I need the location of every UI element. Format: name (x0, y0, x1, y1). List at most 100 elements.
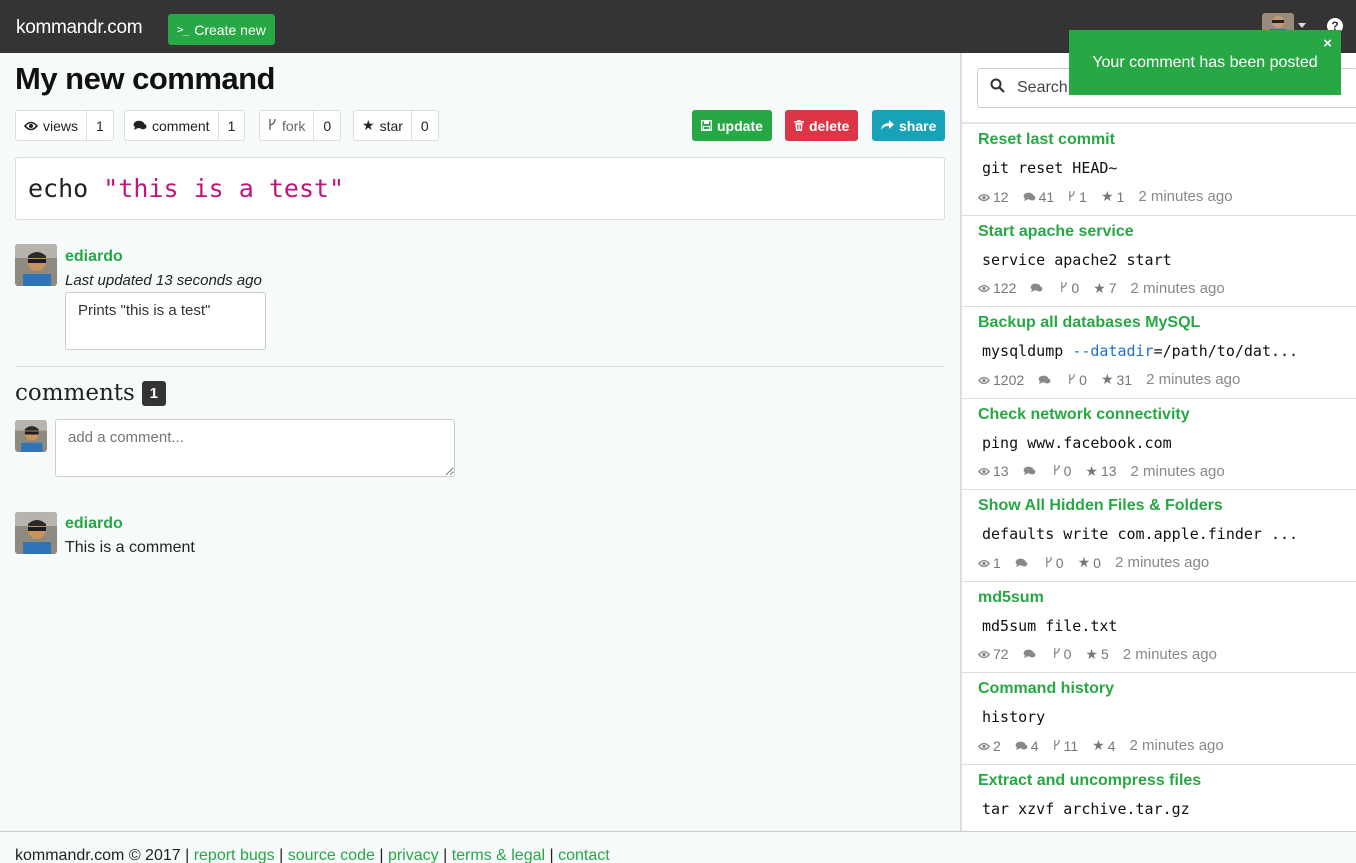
views-stat[interactable]: views 1 (15, 110, 114, 141)
list-item[interactable]: Extract and uncompress files tar xzvf ar… (962, 765, 1356, 832)
share-icon (881, 118, 894, 134)
delete-button[interactable]: delete (785, 110, 859, 141)
fork-count: 0 (323, 117, 332, 134)
command-description[interactable]: Prints "this is a test" (65, 292, 266, 350)
trash-icon (794, 118, 804, 134)
list-item[interactable]: Start apache service service apache2 sta… (962, 216, 1356, 307)
eye-icon (977, 463, 991, 479)
forks-count: 1 (1079, 188, 1087, 205)
views-count: 1 (96, 117, 104, 134)
command-meta: 1 0 ★ 0 2 minutes ago (977, 554, 1209, 571)
fork-icon (1053, 646, 1061, 662)
footer-link-source-code[interactable]: source code (288, 847, 375, 863)
comment-label: comment (152, 117, 210, 134)
footer-link-privacy[interactable]: privacy (388, 847, 439, 863)
time-ago: 2 minutes ago (1129, 737, 1224, 754)
footer-link-terms[interactable]: terms & legal (452, 847, 545, 863)
eye-icon (23, 118, 39, 134)
eye-icon (977, 280, 991, 296)
command-title-link[interactable]: Backup all databases MySQL (978, 314, 1356, 332)
brand-logo[interactable]: kommandr.com (16, 17, 143, 39)
command-code: mysqldump --datadir=/path/to/dat... (982, 342, 1299, 360)
star-icon: ★ (1085, 645, 1098, 662)
update-button[interactable]: update (692, 110, 772, 141)
delete-label: delete (809, 117, 850, 134)
list-item[interactable]: Check network connectivity ping www.face… (962, 399, 1356, 490)
stars-count: 13 (1100, 463, 1117, 479)
main-content: My new command views 1 comment 1 fork 0 … (0, 53, 960, 831)
user-menu-caret-icon[interactable] (1298, 23, 1306, 28)
author-name-link[interactable]: ediardo (65, 248, 123, 266)
fork-icon (1053, 738, 1061, 754)
comment-author-avatar[interactable] (15, 512, 57, 554)
last-updated-text: Last updated 13 seconds ago (65, 272, 262, 289)
views-count: 72 (993, 646, 1009, 662)
command-code: defaults write com.apple.finder ... (982, 525, 1299, 543)
time-ago: 2 minutes ago (1122, 645, 1217, 663)
star-icon: ★ (1077, 554, 1091, 570)
list-item[interactable]: Show All Hidden Files & Folders defaults… (962, 490, 1356, 582)
author-avatar[interactable] (15, 244, 57, 286)
section-divider (15, 366, 945, 367)
comment-author-link[interactable]: ediardo (65, 515, 123, 533)
views-count: 13 (993, 463, 1009, 479)
command-title-link[interactable]: Show All Hidden Files & Folders (978, 497, 1356, 515)
fork-label: fork (282, 117, 306, 134)
close-icon[interactable]: × (1323, 35, 1332, 52)
command-title-link[interactable]: Extract and uncompress files (978, 772, 1356, 790)
star-stat[interactable]: ★ star 0 (353, 110, 439, 141)
eye-icon (977, 189, 991, 205)
comments-icon (133, 118, 147, 134)
views-count: 2 (993, 737, 1001, 754)
footer-copyright: kommandr.com © 2017 (15, 847, 181, 863)
eye-icon (977, 372, 991, 388)
command-code: history (982, 708, 1046, 726)
footer-separator: | (279, 847, 284, 863)
share-button[interactable]: share (872, 110, 946, 141)
terminal-prompt-icon: >_ (177, 23, 189, 36)
command-code-box[interactable]: echo "this is a test" (15, 157, 945, 220)
command-title-link[interactable]: Start apache service (978, 223, 1356, 241)
forks-count: 0 (1063, 463, 1072, 479)
comment-input[interactable] (55, 419, 455, 477)
star-icon: ★ (1085, 462, 1098, 479)
comments-count-badge: 1 (141, 380, 166, 406)
list-item[interactable]: md5sum md5sum file.txt 72 0 ★ 5 2 minutes… (962, 582, 1356, 673)
comments-icon (1015, 738, 1028, 754)
create-new-button[interactable]: >_ Create new (168, 14, 275, 45)
command-sidebar: Search Reset last commit git reset HEAD~… (960, 53, 1356, 831)
footer-link-report-bugs[interactable]: report bugs (194, 847, 275, 863)
list-item[interactable]: Backup all databases MySQL mysqldump --d… (962, 307, 1356, 399)
command-code: service apache2 start (982, 250, 1172, 269)
comments-heading-label: comments (15, 380, 135, 406)
command-title-link[interactable]: Check network connectivity (978, 406, 1356, 424)
list-item[interactable]: Reset last commit git reset HEAD~ 12 41 … (962, 124, 1356, 216)
command-meta: 13 0 ★ 13 2 minutes ago (977, 462, 1225, 480)
comments-count: 4 (1030, 737, 1039, 754)
command-title-link[interactable]: md5sum (978, 589, 1356, 607)
views-count: 1 (993, 554, 1001, 571)
fork-icon (1068, 372, 1076, 388)
time-ago: 2 minutes ago (1146, 371, 1241, 388)
search-input[interactable]: Search (1017, 79, 1068, 97)
footer-link-contact[interactable]: contact (558, 847, 610, 863)
star-count: 0 (420, 117, 429, 134)
star-icon: ★ (1093, 279, 1106, 296)
success-toast: Your comment has been posted × (1069, 30, 1341, 95)
comment-stat[interactable]: comment 1 (124, 110, 246, 141)
forks-count: 0 (1063, 646, 1072, 662)
command-list: Reset last commit git reset HEAD~ 12 41 … (962, 124, 1356, 831)
star-icon: ★ (1100, 188, 1114, 204)
stars-count: 4 (1107, 737, 1116, 754)
command-meta: 2 4 11 ★ 4 2 minutes ago (977, 737, 1224, 754)
forks-count: 11 (1063, 737, 1079, 754)
comments-icon (1015, 555, 1028, 571)
views-count: 12 (993, 188, 1009, 205)
list-item[interactable]: Command history history 2 4 11 ★ 4 2 minu… (962, 673, 1356, 765)
command-title-link[interactable]: Reset last commit (978, 131, 1356, 149)
create-new-label: Create new (194, 21, 266, 38)
comments-icon (1030, 280, 1043, 296)
forks-count: 0 (1071, 280, 1080, 296)
command-title-link[interactable]: Command history (978, 680, 1356, 698)
fork-stat[interactable]: fork 0 (259, 110, 342, 141)
